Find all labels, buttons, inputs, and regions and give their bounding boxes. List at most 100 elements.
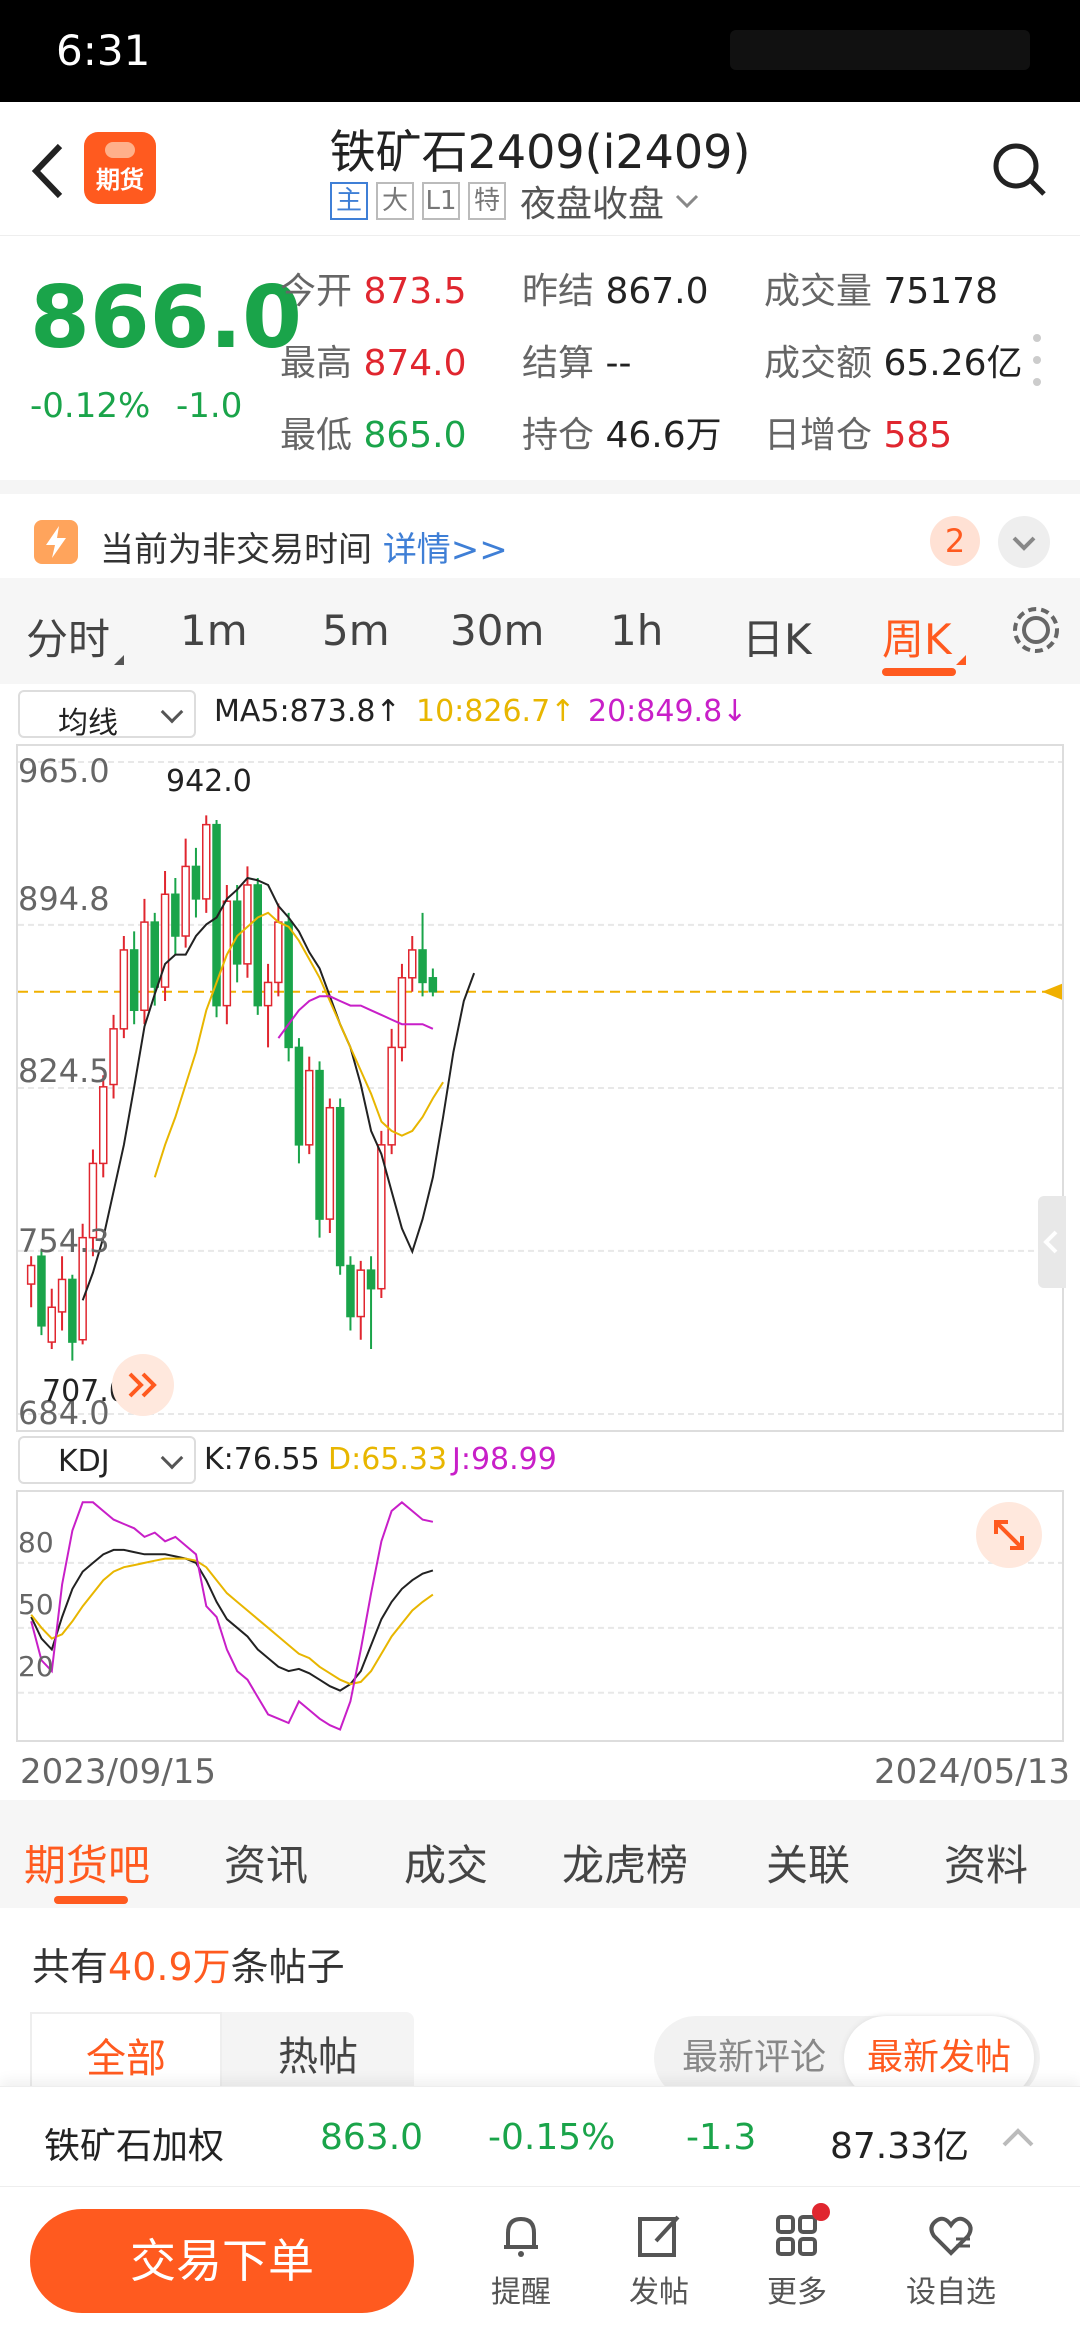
app-header: 期货 铁矿石2409(i2409) 主 大 L1 特 夜盘收盘 <box>0 102 1080 236</box>
double-chevron-right-icon <box>128 1372 157 1398</box>
ma20-legend: 20:849.8↓ <box>588 694 748 729</box>
tab-news[interactable]: 资讯 <box>224 1832 308 1893</box>
quote-stat: 最低 865.0 <box>280 406 467 458</box>
trading-notice[interactable]: 当前为非交易时间 详情>> 2 <box>0 480 1080 578</box>
contract-tags: 主 大 L1 特 夜盘收盘 <box>330 180 702 225</box>
tab-1h[interactable]: 1h <box>610 606 663 655</box>
tab-1m[interactable]: 1m <box>180 606 248 655</box>
candle-body <box>428 977 438 993</box>
tag-l1[interactable]: L1 <box>422 182 460 220</box>
weighted-index-bar[interactable]: 铁矿石加权 863.0 -0.15% -1.3 87.33亿 <box>0 2086 1080 2186</box>
tab-30m[interactable]: 30m <box>450 606 544 655</box>
candle-body <box>129 949 139 1012</box>
quote-stat-value: 867.0 <box>605 271 709 312</box>
alert-button[interactable]: 提醒 <box>476 2209 566 2311</box>
details-link[interactable]: 详情>> <box>383 530 508 570</box>
tab-trades[interactable]: 成交 <box>404 1832 488 1893</box>
quote-stat-value: 46.6万 <box>605 415 722 456</box>
scroll-forward-button[interactable] <box>112 1354 174 1416</box>
chevron-down-icon[interactable] <box>672 186 702 216</box>
side-panel-handle[interactable] <box>1038 1196 1066 1288</box>
change-value: -1.0 <box>176 386 243 426</box>
index-amount: 87.33亿 <box>830 2126 970 2167</box>
period-tabs: 分时 1m 5m 30m 1h 日K 周K <box>0 578 1080 684</box>
chevron-down-icon <box>1012 536 1036 551</box>
trade-order-button[interactable]: 交易下单 <box>30 2209 414 2313</box>
heart-icon <box>929 2216 973 2256</box>
high-annotation: 942.0 <box>166 764 252 799</box>
active-tab-indicator <box>54 1896 128 1904</box>
search-icon[interactable] <box>990 140 1048 198</box>
quote-stat: 成交量 75178 <box>764 262 998 314</box>
more-button[interactable]: 更多 <box>752 2203 842 2311</box>
quote-stat-label: 日增仓 <box>764 415 884 456</box>
quote-stat-value: -- <box>605 343 632 384</box>
tab-5m[interactable]: 5m <box>322 606 390 655</box>
chevron-up-icon[interactable] <box>1000 2123 1036 2153</box>
session-status[interactable]: 夜盘收盘 <box>520 175 664 227</box>
candle-body <box>181 865 190 937</box>
bottom-action-bar: 交易下单 提醒 发帖 更多 设自选 <box>0 2186 1080 2340</box>
quote-stat-value: 65.26亿 <box>883 343 1023 384</box>
quote-stat-label: 成交额 <box>764 343 884 384</box>
change-percent: -0.12% <box>30 386 151 426</box>
tag-big[interactable]: 大 <box>376 182 414 220</box>
candle-body <box>202 823 211 900</box>
kdj-line-D <box>30 1557 434 1686</box>
tab-profile[interactable]: 资料 <box>944 1832 1028 1893</box>
candle-body <box>99 1086 108 1165</box>
fullscreen-button[interactable] <box>976 1502 1042 1568</box>
k-legend: K:76.55 <box>204 1442 320 1477</box>
add-watchlist-button[interactable]: 设自选 <box>906 2209 996 2311</box>
edit-icon <box>638 2215 680 2257</box>
indicator-select-kdj[interactable]: KDJ <box>18 1436 196 1484</box>
notice-count-badge: 2 <box>930 516 980 566</box>
candle-body <box>315 1069 324 1220</box>
quote-stat-label: 最低 <box>280 415 364 456</box>
candle-body <box>305 1069 314 1146</box>
y-tick-label: 824.5 <box>18 1052 110 1090</box>
quote-stat-label: 昨结 <box>522 271 606 312</box>
kdj-chart[interactable] <box>16 1490 1064 1742</box>
candle-body <box>335 1106 345 1267</box>
tab-related[interactable]: 关联 <box>766 1832 850 1893</box>
candle-body <box>346 1264 355 1318</box>
tag-special[interactable]: 特 <box>468 182 506 220</box>
post-button[interactable]: 发帖 <box>614 2209 704 2311</box>
candlestick-chart[interactable] <box>16 744 1064 1432</box>
tag-main[interactable]: 主 <box>330 182 368 220</box>
start-date: 2023/09/15 <box>20 1752 216 1792</box>
candle-body <box>47 1306 56 1343</box>
tab-weekly-k[interactable]: 周K <box>882 606 966 667</box>
current-price-marker <box>1042 983 1062 1000</box>
quote-stat-label: 结算 <box>522 343 606 384</box>
quote-panel: 866.0 -0.12% -1.0 今开 873.5 昨结 867.0 成交量 75… <box>0 238 1080 478</box>
index-price: 863.0 <box>320 2117 424 2158</box>
candle-body <box>26 1264 36 1285</box>
more-dots-icon[interactable] <box>1032 330 1042 390</box>
candle-body <box>171 893 180 937</box>
quote-stat-label: 持仓 <box>522 415 606 456</box>
tab-futures-forum[interactable]: 期货吧 <box>24 1832 150 1893</box>
tab-leaderboard[interactable]: 龙虎榜 <box>562 1832 688 1893</box>
candle-body <box>253 884 262 1007</box>
quote-stat-value: 874.0 <box>363 343 467 384</box>
indicator-select-ma[interactable]: 均线 <box>18 690 196 741</box>
tab-timeshare[interactable]: 分时 <box>26 606 125 667</box>
candle-body <box>57 1278 67 1313</box>
expand-notice-button[interactable] <box>998 516 1050 568</box>
quote-stat: 成交额 65.26亿 <box>764 334 1023 386</box>
settings-gear-icon[interactable] <box>1006 600 1066 660</box>
tab-daily-k[interactable]: 日K <box>742 606 812 667</box>
candle-body <box>294 1046 304 1146</box>
candle-body <box>418 949 427 984</box>
j-legend: J:98.99 <box>452 1442 557 1477</box>
quote-stat-value: 865.0 <box>363 415 467 456</box>
index-change: -1.3 <box>686 2117 757 2158</box>
status-time: 6:31 <box>56 26 151 75</box>
quote-stat-label: 最高 <box>280 343 364 384</box>
ma10-legend: 10:826.7↑ <box>416 694 576 729</box>
candle-body <box>397 977 407 1049</box>
bell-icon <box>504 2216 538 2257</box>
post-count: 共有40.9万条帖子 <box>32 1945 345 1989</box>
